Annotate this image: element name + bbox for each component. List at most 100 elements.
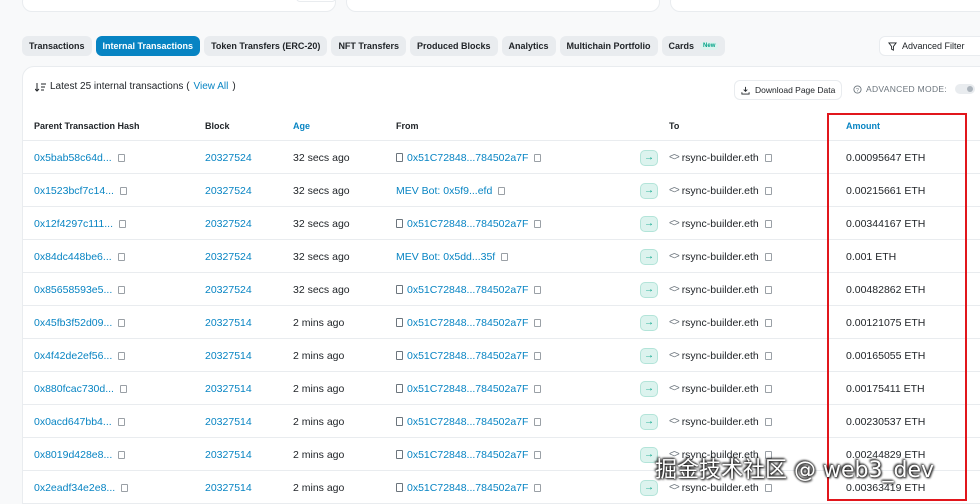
- block-link[interactable]: 20327524: [205, 251, 252, 263]
- copy-icon[interactable]: [499, 250, 509, 261]
- block-link[interactable]: 20327514: [205, 383, 252, 395]
- to-address-link[interactable]: rsync-builder.eth: [682, 383, 759, 395]
- to-address-link[interactable]: rsync-builder.eth: [682, 251, 759, 263]
- copy-icon[interactable]: [119, 481, 129, 492]
- from-address-link[interactable]: 0x51C72848...784502a7F: [407, 152, 528, 164]
- copy-icon[interactable]: [115, 250, 125, 261]
- view-all-link[interactable]: View All: [194, 81, 229, 92]
- from-cell: 0x51C72848...784502a7F: [396, 306, 542, 339]
- to-address-link[interactable]: rsync-builder.eth: [682, 218, 759, 230]
- copy-icon[interactable]: [532, 382, 542, 393]
- copy-icon[interactable]: [117, 217, 127, 228]
- download-page-data-button[interactable]: Download Page Data: [734, 80, 843, 100]
- copy-icon[interactable]: [762, 250, 772, 261]
- to-address-link[interactable]: rsync-builder.eth: [682, 416, 759, 428]
- tab-analytics[interactable]: Analytics: [501, 36, 556, 56]
- parent-hash-link[interactable]: 0x880fcac730d...: [34, 383, 114, 395]
- tab-produced-blocks[interactable]: Produced Blocks: [409, 36, 498, 56]
- tab-cards[interactable]: Cards New: [661, 36, 726, 56]
- block-link[interactable]: 20327514: [205, 449, 252, 461]
- copy-icon[interactable]: [116, 316, 126, 327]
- copy-icon[interactable]: [532, 283, 542, 294]
- code-icon: <>: [669, 284, 680, 295]
- to-cell: <> rsync-builder.eth: [669, 240, 772, 273]
- to-cell: <> rsync-builder.eth: [669, 405, 772, 438]
- parent-hash-cell: 0x2eadf34e2e8...: [34, 471, 129, 504]
- col-age[interactable]: Age: [293, 121, 310, 131]
- arrow-right-icon: →: [640, 380, 658, 397]
- from-address-link[interactable]: 0x51C72848...784502a7F: [407, 317, 528, 329]
- block-link[interactable]: 20327524: [205, 152, 252, 164]
- parent-hash-link[interactable]: 0x12f4297c111...: [34, 218, 113, 230]
- col-amount[interactable]: Amount: [846, 121, 880, 131]
- block-link[interactable]: 20327514: [205, 416, 252, 428]
- copy-icon[interactable]: [115, 415, 125, 426]
- from-address-link[interactable]: 0x51C72848...784502a7F: [407, 350, 528, 362]
- parent-hash-link[interactable]: 0x2eadf34e2e8...: [34, 482, 115, 494]
- advanced-mode-toggle[interactable]: [955, 84, 976, 94]
- parent-hash-link[interactable]: 0x4f42de2ef56...: [34, 350, 112, 362]
- block-link[interactable]: 20327514: [205, 350, 252, 362]
- from-address-link[interactable]: 0x51C72848...784502a7F: [407, 383, 528, 395]
- copy-icon[interactable]: [116, 283, 126, 294]
- copy-icon[interactable]: [762, 415, 772, 426]
- copy-icon[interactable]: [116, 349, 126, 360]
- copy-icon[interactable]: [762, 151, 772, 162]
- copy-icon[interactable]: [762, 481, 772, 492]
- from-address-link[interactable]: MEV Bot: 0x5dd...35f: [396, 251, 495, 263]
- parent-hash-link[interactable]: 0x1523bcf7c14...: [34, 185, 114, 197]
- parent-hash-link[interactable]: 0x45fb3f52d09...: [34, 317, 112, 329]
- direction-cell: →: [640, 207, 658, 240]
- copy-icon[interactable]: [762, 217, 772, 228]
- copy-icon[interactable]: [496, 184, 506, 195]
- tab-internal-transactions[interactable]: Internal Transactions: [95, 36, 201, 56]
- arrow-right-icon: →: [640, 413, 658, 430]
- tab-transactions[interactable]: Transactions: [22, 36, 92, 56]
- block-link[interactable]: 20327524: [205, 218, 252, 230]
- copy-icon[interactable]: [762, 349, 772, 360]
- block-link[interactable]: 20327524: [205, 185, 252, 197]
- tab-nft-transfers[interactable]: NFT Transfers: [331, 36, 406, 56]
- to-address-link[interactable]: rsync-builder.eth: [682, 317, 759, 329]
- copy-icon[interactable]: [762, 184, 772, 195]
- overview-card-button[interactable]: [296, 0, 336, 2]
- age-text: 2 mins ago: [293, 448, 345, 461]
- from-address-link[interactable]: 0x51C72848...784502a7F: [407, 449, 528, 461]
- from-address-link[interactable]: 0x51C72848...784502a7F: [407, 416, 528, 428]
- copy-icon[interactable]: [116, 448, 126, 459]
- from-address-link[interactable]: MEV Bot: 0x5f9...efd: [396, 185, 492, 197]
- copy-icon[interactable]: [762, 283, 772, 294]
- to-address-link[interactable]: rsync-builder.eth: [682, 185, 759, 197]
- to-address-link[interactable]: rsync-builder.eth: [682, 350, 759, 362]
- copy-icon[interactable]: [762, 316, 772, 327]
- to-address-link[interactable]: rsync-builder.eth: [682, 284, 759, 296]
- copy-icon[interactable]: [532, 151, 542, 162]
- copy-icon[interactable]: [532, 448, 542, 459]
- copy-icon[interactable]: [532, 316, 542, 327]
- parent-hash-link[interactable]: 0x84dc448be6...: [34, 251, 112, 263]
- parent-hash-link[interactable]: 0x8019d428e8...: [34, 449, 112, 461]
- copy-icon[interactable]: [532, 415, 542, 426]
- block-link[interactable]: 20327514: [205, 317, 252, 329]
- advanced-filter-button[interactable]: Advanced Filter: [879, 36, 980, 56]
- parent-hash-link[interactable]: 0x85658593e5...: [34, 284, 112, 296]
- copy-icon[interactable]: [532, 349, 542, 360]
- from-address-link[interactable]: 0x51C72848...784502a7F: [407, 218, 528, 230]
- watermark: 掘金技术社区 @ web3_dev: [655, 458, 934, 483]
- contract-icon: [396, 219, 403, 228]
- copy-icon[interactable]: [115, 151, 125, 162]
- copy-icon[interactable]: [117, 382, 127, 393]
- copy-icon[interactable]: [532, 481, 542, 492]
- parent-hash-link[interactable]: 0x0acd647bb4...: [34, 416, 112, 428]
- tab-token-transfers[interactable]: Token Transfers (ERC-20): [204, 36, 328, 56]
- block-link[interactable]: 20327514: [205, 482, 252, 494]
- parent-hash-link[interactable]: 0x5bab58c64d...: [34, 152, 112, 164]
- to-address-link[interactable]: rsync-builder.eth: [682, 152, 759, 164]
- block-link[interactable]: 20327524: [205, 284, 252, 296]
- tab-multichain-portfolio[interactable]: Multichain Portfolio: [559, 36, 658, 56]
- from-address-link[interactable]: 0x51C72848...784502a7F: [407, 482, 528, 494]
- copy-icon[interactable]: [117, 184, 127, 195]
- from-address-link[interactable]: 0x51C72848...784502a7F: [407, 284, 528, 296]
- copy-icon[interactable]: [762, 382, 772, 393]
- copy-icon[interactable]: [532, 217, 542, 228]
